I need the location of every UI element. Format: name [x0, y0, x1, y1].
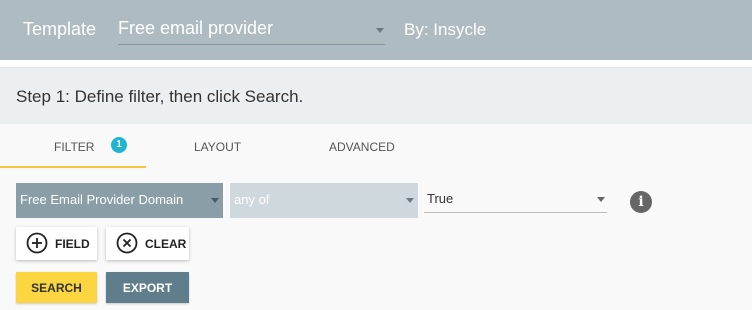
filter-count-badge: 1 [111, 137, 127, 153]
export-label: EXPORT [122, 281, 173, 295]
filter-value-select[interactable]: True [424, 183, 607, 213]
filter-field-select[interactable]: Free Email Provider Domain [16, 183, 223, 218]
chevron-down-icon [597, 197, 605, 202]
chevron-down-icon [376, 28, 384, 33]
template-select-value: Free email provider [118, 18, 274, 38]
template-select[interactable]: Free email provider [118, 14, 385, 45]
export-button[interactable]: EXPORT [106, 272, 189, 303]
add-field-button[interactable]: FIELD [16, 227, 97, 260]
filter-operator-value: any of [234, 192, 270, 207]
tab-layout-label: LAYOUT [194, 140, 242, 154]
search-button[interactable]: SEARCH [16, 272, 97, 303]
filter-field-value: Free Email Provider Domain [20, 192, 184, 207]
author-label: By: Insycle [404, 20, 487, 39]
step-bar: Step 1: Define filter, then click Search… [0, 68, 752, 124]
chevron-down-icon [406, 198, 414, 203]
tab-layout[interactable]: LAYOUT [190, 134, 250, 168]
step-instruction: Step 1: Define filter, then click Search… [16, 87, 304, 106]
tab-filter[interactable]: FILTER 1 [0, 134, 146, 168]
search-label: SEARCH [31, 281, 82, 295]
filter-operator-select[interactable]: any of [230, 183, 418, 218]
tab-filter-label: FILTER [54, 140, 95, 154]
template-label: Template [23, 19, 97, 39]
filter-value-text: True [427, 191, 454, 206]
add-circle-icon [26, 232, 48, 254]
tab-advanced-label: ADVANCED [329, 140, 395, 154]
chevron-down-icon [211, 198, 219, 203]
filter-panel: Step 1: Define filter, then click Search… [0, 67, 752, 310]
add-field-label: FIELD [55, 237, 90, 251]
tab-advanced[interactable]: ADVANCED [325, 134, 405, 168]
clear-label: CLEAR [145, 237, 187, 251]
top-header: Template Free email provider By: Insycle [0, 0, 752, 60]
clear-button[interactable]: CLEAR [106, 227, 189, 260]
close-circle-icon [116, 232, 138, 254]
info-icon[interactable]: i [630, 191, 652, 213]
